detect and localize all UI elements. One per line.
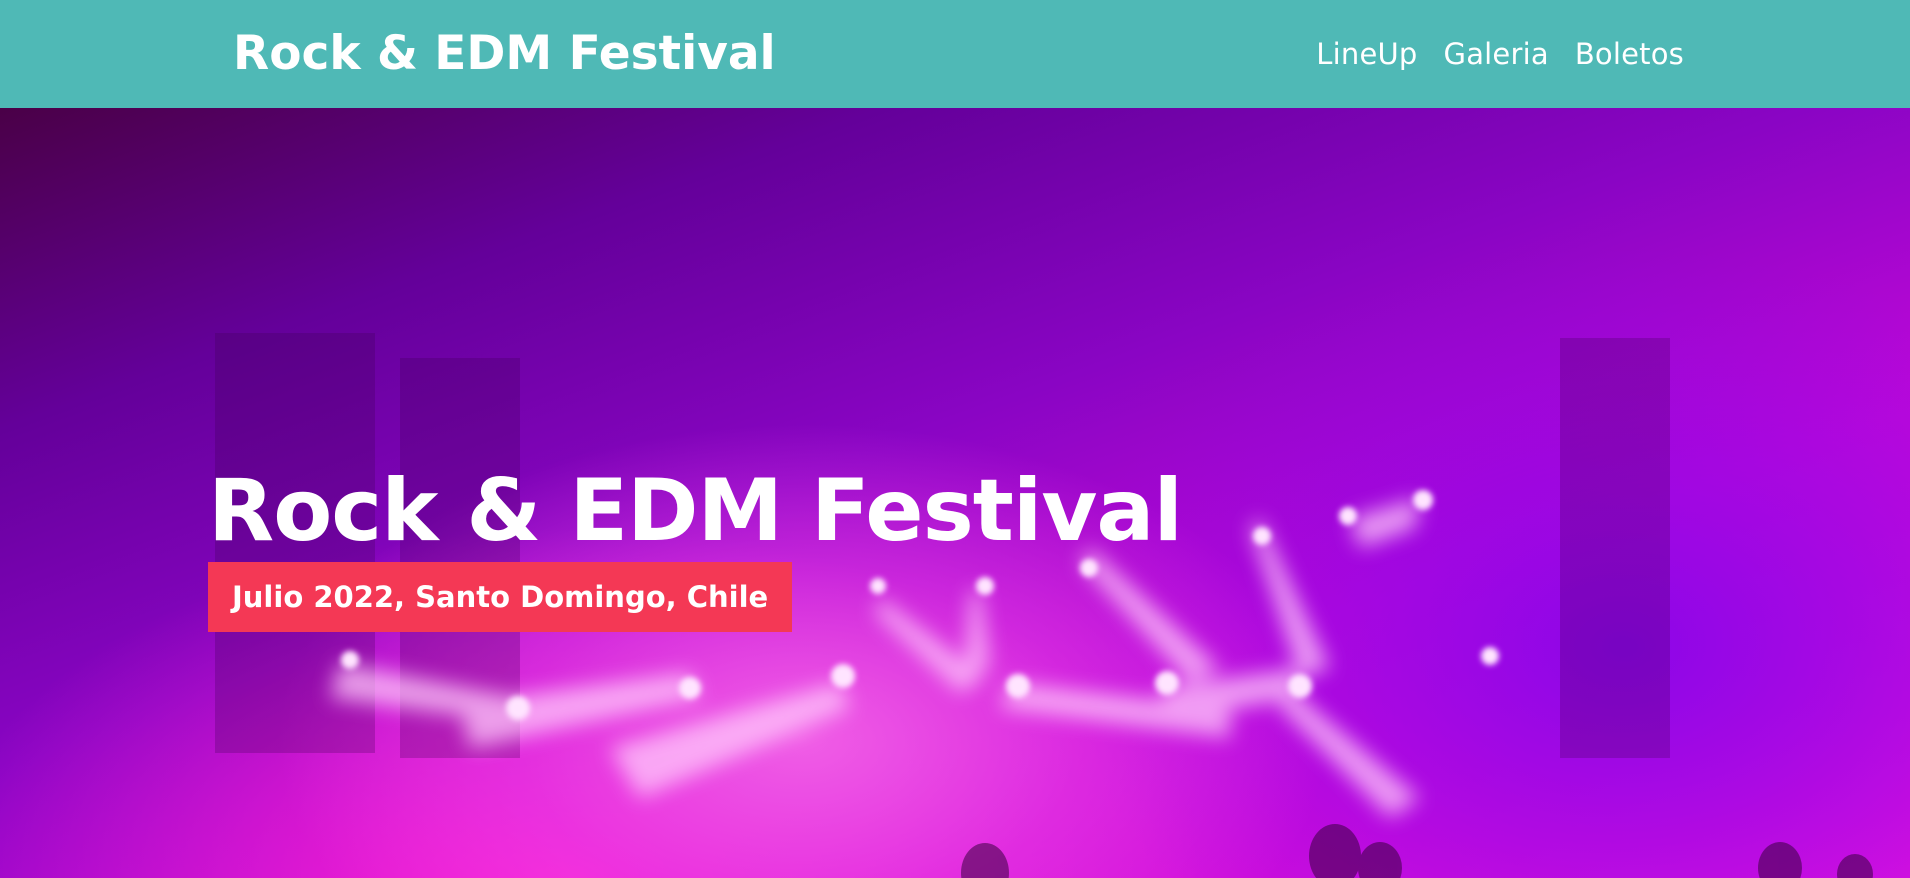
nav-link-galeria[interactable]: Galeria bbox=[1444, 33, 1549, 75]
event-date-location-badge: Julio 2022, Santo Domingo, Chile bbox=[208, 562, 793, 632]
nav-link-boletos[interactable]: Boletos bbox=[1575, 33, 1684, 75]
site-title[interactable]: Rock & EDM Festival bbox=[233, 22, 776, 86]
nav-link-lineup[interactable]: LineUp bbox=[1316, 33, 1417, 75]
hero-title: Rock & EDM Festival bbox=[208, 461, 1183, 561]
hero-section: Rock & EDM Festival Julio 2022, Santo Do… bbox=[0, 108, 1910, 878]
main-nav: LineUp Galeria Boletos bbox=[1316, 33, 1684, 75]
site-header: Rock & EDM Festival LineUp Galeria Bolet… bbox=[0, 0, 1910, 108]
hero-content: Rock & EDM Festival Julio 2022, Santo Do… bbox=[208, 461, 1183, 632]
